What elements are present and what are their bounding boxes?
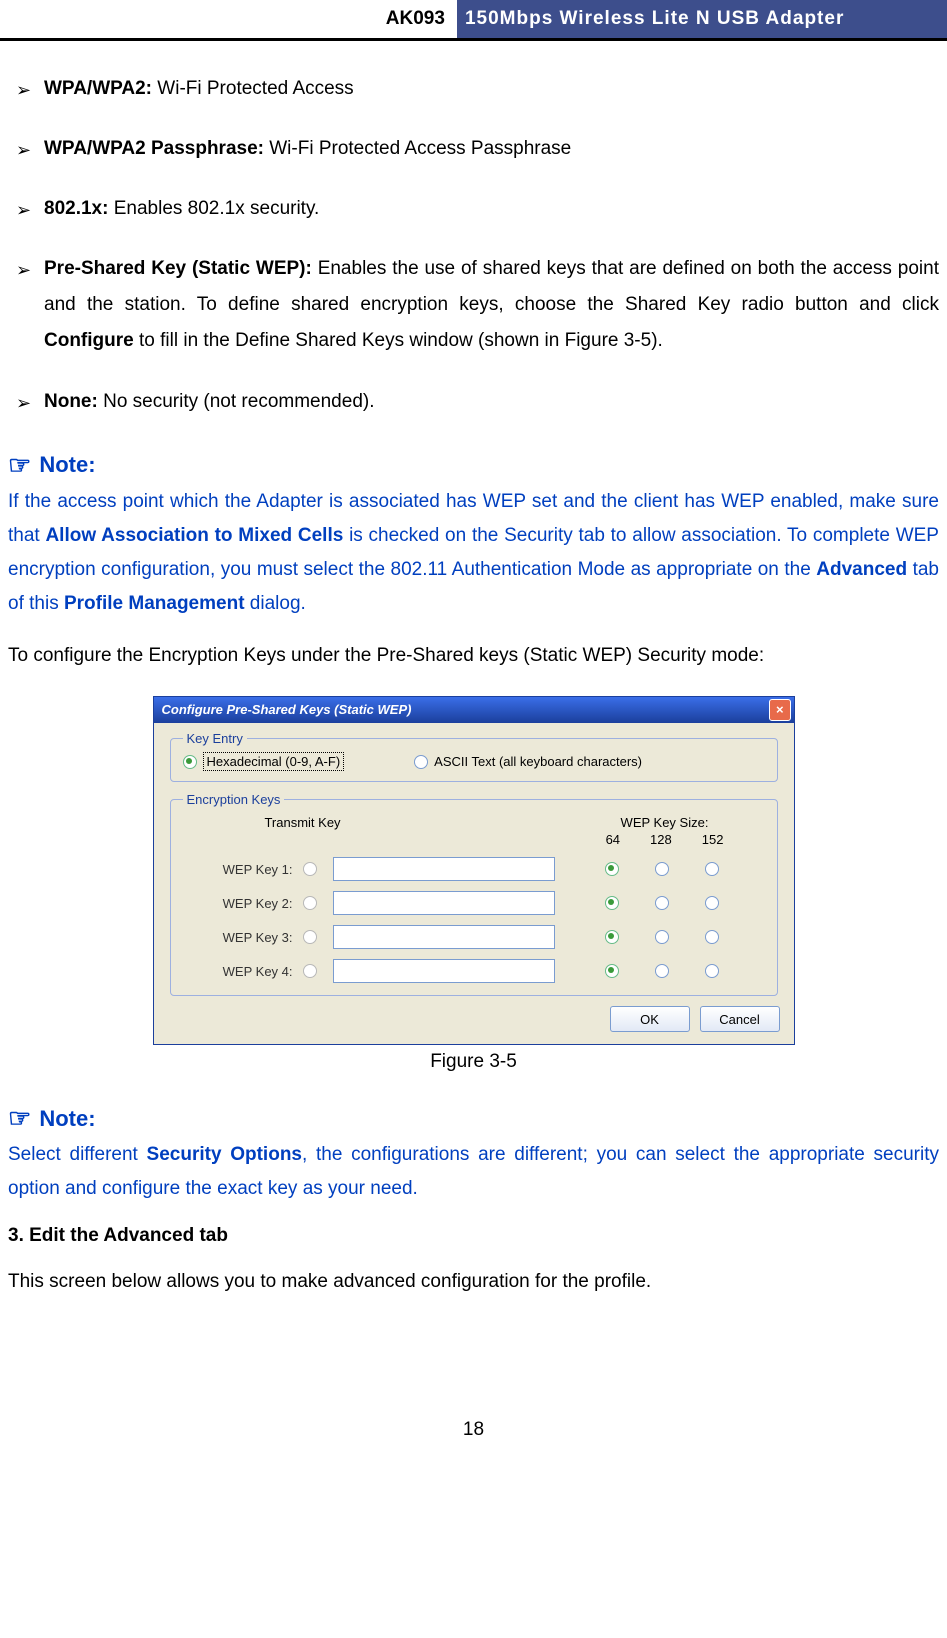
- ascii-option[interactable]: ASCII Text (all keyboard characters): [414, 754, 642, 770]
- wep-key-1-input[interactable]: [333, 857, 555, 881]
- size-152-radio[interactable]: [705, 862, 719, 876]
- header-right: 150Mbps Wireless Lite N USB Adapter: [457, 0, 947, 38]
- bullet-wpa: WPA/WPA2: Wi-Fi Protected Access: [16, 71, 939, 107]
- size-64-radio[interactable]: [605, 930, 619, 944]
- label: WEP Key 3:: [183, 930, 293, 945]
- radio-icon[interactable]: [414, 755, 428, 769]
- term: WPA/WPA2 Passphrase:: [44, 138, 264, 159]
- close-icon[interactable]: ×: [769, 699, 791, 721]
- note-body-1: If the access point which the Adapter is…: [8, 485, 939, 622]
- label: WEP Key 1:: [183, 862, 293, 877]
- wep-dialog: Configure Pre-Shared Keys (Static WEP) ×…: [153, 696, 795, 1046]
- bullet-psk: Pre-Shared Key (Static WEP): Enables the…: [16, 251, 939, 359]
- hex-label: Hexadecimal (0-9, A-F): [203, 752, 345, 771]
- desc: Enables 802.1x security.: [108, 198, 319, 219]
- key-row-4: WEP Key 4:: [183, 959, 765, 983]
- figure-caption: Figure 3-5: [8, 1051, 939, 1073]
- col-152: 152: [702, 832, 724, 847]
- wep-key-4-input[interactable]: [333, 959, 555, 983]
- legend-enc-keys: Encryption Keys: [183, 792, 285, 807]
- t: Select different: [8, 1144, 147, 1165]
- note-label: Note:: [39, 1106, 95, 1132]
- note-body-2: Select different Security Options, the c…: [8, 1138, 939, 1206]
- dialog-title: Configure Pre-Shared Keys (Static WEP): [162, 702, 412, 717]
- bullet-none: None: No security (not recommended).: [16, 384, 939, 420]
- note-label: Note:: [39, 452, 95, 478]
- titlebar[interactable]: Configure Pre-Shared Keys (Static WEP) ×: [154, 697, 794, 723]
- bullet-wpa-pass: WPA/WPA2 Passphrase: Wi-Fi Protected Acc…: [16, 131, 939, 167]
- section-3-heading: 3. Edit the Advanced tab: [8, 1225, 939, 1247]
- bullet-list: WPA/WPA2: Wi-Fi Protected Access WPA/WPA…: [8, 71, 939, 420]
- transmit-header: Transmit Key: [183, 815, 423, 847]
- t: Advanced: [816, 559, 907, 580]
- t: Security Options: [147, 1144, 302, 1165]
- size-128-radio[interactable]: [655, 896, 669, 910]
- size-64-radio[interactable]: [605, 896, 619, 910]
- desc: Wi-Fi Protected Access Passphrase: [264, 138, 571, 159]
- ok-button[interactable]: OK: [610, 1006, 690, 1032]
- size-64-radio[interactable]: [605, 862, 619, 876]
- desc: Wi-Fi Protected Access: [152, 78, 354, 99]
- col-64: 64: [606, 832, 620, 847]
- cancel-button[interactable]: Cancel: [700, 1006, 780, 1032]
- label: WEP Key 4:: [183, 964, 293, 979]
- transmit-radio[interactable]: [303, 862, 317, 876]
- note-header-2: ☞ Note:: [8, 1103, 939, 1134]
- key-entry-group: Key Entry Hexadecimal (0-9, A-F) ASCII T…: [170, 731, 778, 783]
- ascii-label: ASCII Text (all keyboard characters): [434, 754, 642, 769]
- transmit-radio[interactable]: [303, 964, 317, 978]
- note-header-1: ☞ Note:: [8, 450, 939, 481]
- term: None:: [44, 391, 98, 412]
- desc2: to fill in the Define Shared Keys window…: [134, 330, 663, 351]
- header-left: AK093: [0, 8, 457, 30]
- transmit-radio[interactable]: [303, 896, 317, 910]
- size-152-radio[interactable]: [705, 896, 719, 910]
- t: Allow Association to Mixed Cells: [45, 525, 343, 546]
- size-128-radio[interactable]: [655, 930, 669, 944]
- advanced-para: This screen below allows you to make adv…: [8, 1265, 939, 1299]
- key-row-3: WEP Key 3:: [183, 925, 765, 949]
- legend-key-entry: Key Entry: [183, 731, 247, 746]
- t: Profile Management: [64, 593, 245, 614]
- size-header: WEP Key Size:: [565, 815, 765, 830]
- page-header: AK093 150Mbps Wireless Lite N USB Adapte…: [0, 0, 947, 41]
- t: dialog.: [245, 593, 306, 614]
- transmit-radio[interactable]: [303, 930, 317, 944]
- term: Pre-Shared Key (Static WEP):: [44, 258, 312, 279]
- pre-keys-para: To configure the Encryption Keys under t…: [8, 639, 939, 673]
- size-128-radio[interactable]: [655, 862, 669, 876]
- size-64-radio[interactable]: [605, 964, 619, 978]
- hand-icon: ☞: [8, 1103, 31, 1134]
- label: WEP Key 2:: [183, 896, 293, 911]
- bullet-8021x: 802.1x: Enables 802.1x security.: [16, 191, 939, 227]
- size-128-radio[interactable]: [655, 964, 669, 978]
- key-row-2: WEP Key 2:: [183, 891, 765, 915]
- enc-keys-group: Encryption Keys Transmit Key WEP Key Siz…: [170, 792, 778, 996]
- wep-key-2-input[interactable]: [333, 891, 555, 915]
- key-row-1: WEP Key 1:: [183, 857, 765, 881]
- size-152-radio[interactable]: [705, 964, 719, 978]
- term: WPA/WPA2:: [44, 78, 152, 99]
- configure-word: Configure: [44, 330, 134, 351]
- col-128: 128: [650, 832, 672, 847]
- wep-key-3-input[interactable]: [333, 925, 555, 949]
- hex-option[interactable]: Hexadecimal (0-9, A-F): [183, 754, 345, 770]
- desc: No security (not recommended).: [98, 391, 375, 412]
- radio-icon[interactable]: [183, 755, 197, 769]
- hand-icon: ☞: [8, 450, 31, 481]
- size-152-radio[interactable]: [705, 930, 719, 944]
- page-number: 18: [8, 1419, 939, 1441]
- term: 802.1x:: [44, 198, 108, 219]
